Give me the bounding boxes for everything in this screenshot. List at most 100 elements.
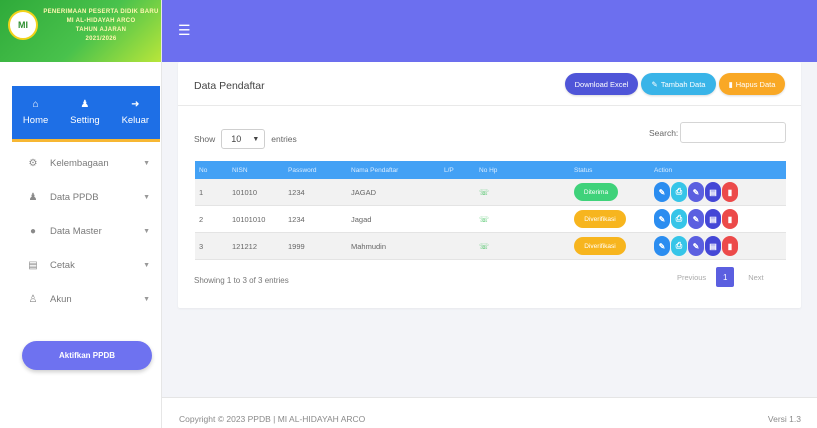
whatsapp-icon[interactable]: ☏ [479,242,489,251]
sidebar-item-data-ppdb[interactable]: ♟ Data PPDB ▼ [0,180,162,214]
sidebar-item-label: Data Master [50,225,102,237]
entries-select[interactable]: 10 ▼ [221,129,266,149]
column-header-no[interactable]: No [195,167,228,174]
sidebar-item-cetak[interactable]: ▤ Cetak ▼ [0,248,162,282]
sidebar-item-label: Cetak [50,259,75,271]
sidebar-item-data-master[interactable]: ● Data Master ▼ [0,214,162,248]
nav-home[interactable]: ⌂ Home [23,99,48,126]
cell-no: 3 [199,241,204,251]
download-excel-label: Download Excel [574,79,629,89]
brand-line-3: TAHUN AJARAN [75,27,127,33]
user-icon: ♙ [28,293,38,305]
previous-page-button[interactable]: Previous [677,273,706,282]
sign-out-icon: ➜ [131,99,140,110]
trash-icon: ▮ [728,79,733,89]
tambah-data-button[interactable]: ✎ Tambah Data [641,73,716,95]
home-icon: ⌂ [32,99,39,110]
download-excel-button[interactable]: Download Excel [565,73,638,95]
chevron-down-icon: ▼ [143,159,150,167]
chevron-down-icon: ▼ [143,227,150,235]
cell-password: 1234 [288,187,305,197]
trash-icon[interactable]: ▮ [722,209,738,229]
cell-action: ✎ ⎙ ✎ ▤ ▮ [650,209,786,229]
cell-nisn: 121212 [232,241,258,251]
whatsapp-icon[interactable]: ☏ [479,215,489,224]
edit-icon: ✎ [651,79,658,89]
column-header-password[interactable]: Password [284,167,347,174]
next-page-button[interactable]: Next [748,273,763,282]
sidebar-menu: ⚙ Kelembagaan ▼ ♟ Data PPDB ▼ ● Data Mas… [0,146,162,316]
search-input[interactable] [680,122,786,143]
column-header-nisn[interactable]: NISN [228,167,284,174]
trash-icon[interactable]: ▮ [722,182,738,202]
column-header-nama[interactable]: Nama Pendaftar [347,167,440,174]
tambah-data-label: Tambah Data [660,79,706,89]
sidebar-top-nav: ⌂ Home ♟ Setting ➜ Keluar [12,86,160,142]
document-icon[interactable]: ▤ [705,209,721,229]
document-icon[interactable]: ▤ [705,182,721,202]
nav-keluar[interactable]: ➜ Keluar [122,99,149,126]
column-header-lp[interactable]: L/P [440,167,475,174]
status-badge: Diverifikasi [574,237,626,255]
cell-action: ✎ ⎙ ✎ ▤ ▮ [650,236,786,256]
hapus-data-button[interactable]: ▮ Hapus Data [719,73,785,95]
edit-icon[interactable]: ✎ [688,182,704,202]
school-logo-text: MI [18,20,28,30]
tint-icon: ● [29,225,37,237]
version-text: Versi 1.3 [767,414,801,424]
brand-line-4: 2021/2026 [85,36,117,42]
edit-icon[interactable]: ✎ [654,236,670,256]
print-icon[interactable]: ⎙ [671,182,687,202]
school-logo: MI [8,10,38,40]
print-icon[interactable]: ⎙ [671,236,687,256]
chevron-down-icon: ▼ [143,295,150,303]
column-header-action[interactable]: Action [650,167,786,174]
status-badge: Diverifikasi [574,210,626,228]
hamburger-menu-icon[interactable]: ☰ [178,22,191,39]
nav-setting[interactable]: ♟ Setting [70,99,100,126]
cell-nohp: ☏ [475,242,570,251]
sidebar-item-label: Data PPDB [50,191,99,203]
edit-icon[interactable]: ✎ [654,209,670,229]
chevron-down-icon: ▼ [143,193,150,201]
entries-select-value: 10 [231,134,242,144]
aktifkan-ppdb-button[interactable]: Aktifkan PPDB [22,341,152,370]
table-info: Showing 1 to 3 of 3 entries [194,276,289,285]
nav-home-label: Home [22,115,49,126]
data-pendaftar-card: Data Pendaftar Download Excel ✎ Tambah D… [178,62,801,308]
cell-action: ✎ ⎙ ✎ ▤ ▮ [650,182,786,202]
top-header: ☰ [162,0,817,62]
column-header-status[interactable]: Status [570,167,650,174]
pendaftar-table: No NISN Password Nama Pendaftar L/P No H… [195,161,786,260]
cell-nama: Jagad [351,214,372,224]
card-title: Data Pendaftar [194,80,265,92]
brand-text: PENERIMAAN PESERTA DIDIK BARU MI AL-HIDA… [40,8,161,44]
column-header-nohp[interactable]: No Hp [475,167,570,174]
status-badge: Diterima [574,183,618,201]
hapus-data-label: Hapus Data [735,79,776,89]
cell-nisn: 10101010 [232,214,266,224]
sidebar-item-akun[interactable]: ♙ Akun ▼ [0,282,162,316]
sidebar-item-kelembagaan[interactable]: ⚙ Kelembagaan ▼ [0,146,162,180]
copyright-text: Copyright © 2023 PPDB | MI AL-HIDAYAH AR… [179,414,366,424]
nav-keluar-label: Keluar [121,115,150,126]
brand-banner: MI PENERIMAAN PESERTA DIDIK BARU MI AL-H… [0,0,161,62]
whatsapp-icon[interactable]: ☏ [479,188,489,197]
nav-setting-label: Setting [70,115,100,126]
document-icon[interactable]: ▤ [705,236,721,256]
cell-no: 1 [199,187,204,197]
edit-icon[interactable]: ✎ [688,236,704,256]
edit-icon[interactable]: ✎ [654,182,670,202]
cell-status: Diverifikasi [570,237,650,255]
cell-status: Diverifikasi [570,210,650,228]
entries-control: Show 10 ▼ entries [194,129,297,149]
entries-label: entries [271,134,297,144]
print-icon[interactable]: ⎙ [671,209,687,229]
cell-nama: Mahmudin [351,241,387,251]
chevron-down-icon: ▼ [143,261,150,269]
edit-icon[interactable]: ✎ [688,209,704,229]
trash-icon[interactable]: ▮ [722,236,738,256]
footer: Copyright © 2023 PPDB | MI AL-HIDAYAH AR… [162,397,817,428]
page-1-button[interactable]: 1 [716,267,735,287]
gear-icon: ⚙ [28,157,38,169]
